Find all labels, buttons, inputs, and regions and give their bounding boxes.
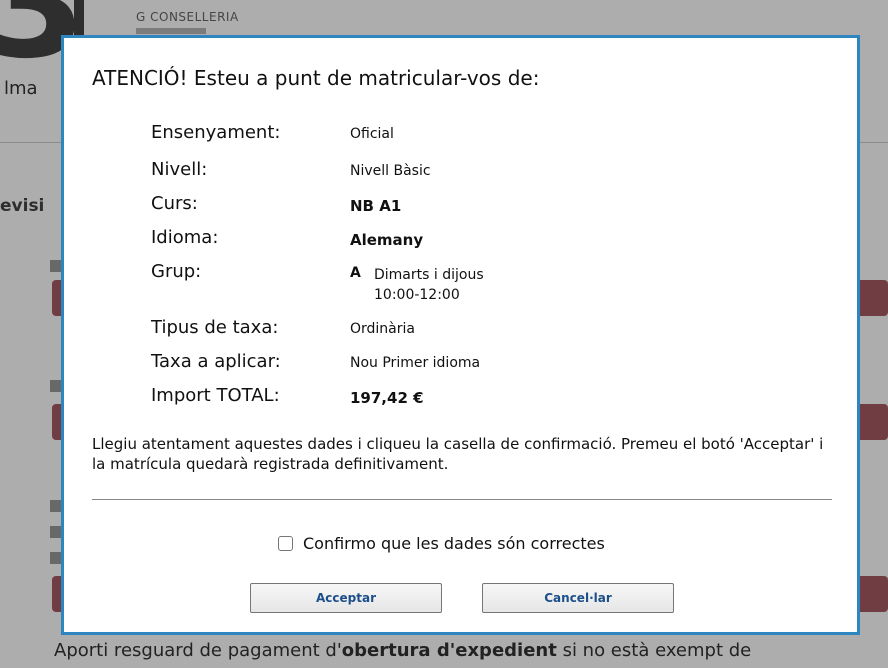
field-row-idioma: Idioma: Alemany	[64, 227, 854, 253]
screen: 3 lma G CONSELLERIA evisi Aporti resguar…	[0, 0, 888, 668]
dialog-heading: ATENCIÓ! Esteu a punt de matricular-vos …	[92, 66, 540, 90]
field-value: NB A1	[350, 197, 402, 215]
field-value: Nou Primer idioma	[350, 355, 481, 371]
field-row-tipus-taxa: Tipus de taxa: Ordinària	[64, 317, 854, 343]
group-schedule: Dimarts i dijous 10:00-12:00	[374, 265, 484, 305]
confirm-checkbox-row[interactable]: Confirmo que les dades són correctes	[278, 531, 605, 555]
instructions-text: Llegiu atentament aquestes dades i cliqu…	[92, 435, 824, 473]
confirm-checkbox[interactable]	[278, 535, 293, 551]
field-label: Tipus de taxa:	[151, 317, 279, 338]
field-label: Import TOTAL:	[151, 385, 280, 406]
field-row-taxa-aplicar: Taxa a aplicar: Nou Primer idioma	[64, 351, 854, 377]
field-label: Idioma:	[151, 227, 219, 248]
field-value: Ordinària	[350, 321, 415, 337]
field-value: Oficial	[350, 126, 394, 142]
field-row-nivell: Nivell: Nivell Bàsic	[64, 159, 854, 185]
field-row-curs: Curs: NB A1	[64, 193, 854, 219]
field-value: Nivell Bàsic	[350, 163, 431, 179]
field-row-import-total: Import TOTAL: 197,42 €	[64, 385, 854, 411]
field-label: Taxa a aplicar:	[151, 351, 281, 372]
confirmation-dialog: ATENCIÓ! Esteu a punt de matricular-vos …	[61, 35, 860, 635]
group-days: Dimarts i dijous	[374, 267, 484, 283]
group-hours: 10:00-12:00	[374, 287, 460, 303]
field-value: Alemany	[350, 231, 424, 249]
cancel-button[interactable]: Cancel·lar	[482, 583, 674, 613]
field-label: Curs:	[151, 193, 198, 214]
dialog-divider	[92, 499, 832, 500]
field-row-ensenyament: Ensenyament: Oficial	[64, 122, 854, 148]
field-label: Ensenyament:	[151, 122, 281, 143]
accept-button[interactable]: Acceptar	[250, 583, 442, 613]
field-value: 197,42 €	[350, 389, 424, 407]
field-label: Grup:	[151, 261, 202, 282]
field-row-grup: Grup: A Dimarts i dijous 10:00-12:00	[64, 261, 854, 309]
group-letter: A	[350, 265, 361, 281]
confirm-checkbox-label[interactable]: Confirmo que les dades són correctes	[303, 534, 605, 553]
field-label: Nivell:	[151, 159, 208, 180]
